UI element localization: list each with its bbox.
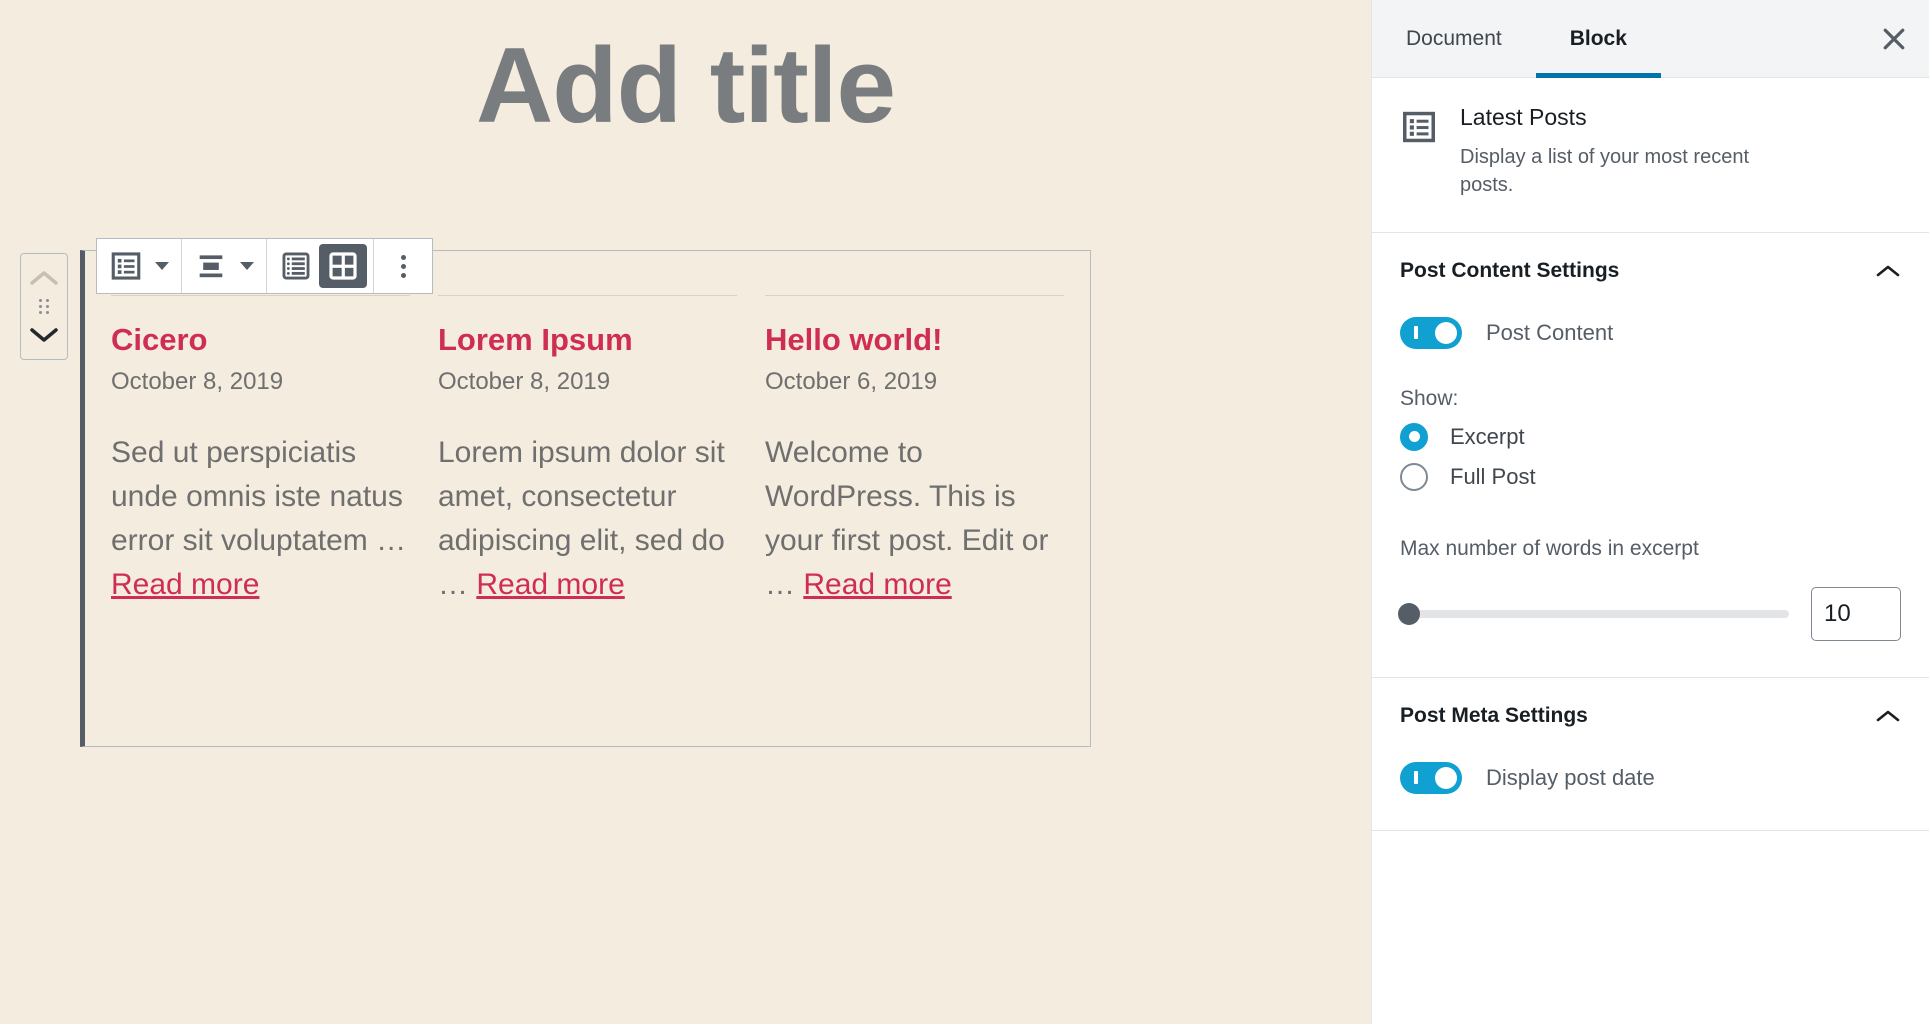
- block-type-chevron-down-icon[interactable]: [149, 239, 175, 293]
- chevron-up-icon: [1875, 708, 1901, 724]
- post-date: October 6, 2019: [765, 366, 1064, 397]
- toggle-knob: [1435, 322, 1457, 344]
- radio-full-post-indicator: [1400, 463, 1428, 491]
- toolbar-group-block-type: [97, 239, 182, 293]
- read-more-link[interactable]: Read more: [111, 568, 259, 601]
- editor-canvas: Add title: [0, 0, 1371, 1024]
- max-words-control-row: [1400, 587, 1901, 641]
- sidebar-tab-bar: Document Block: [1372, 0, 1929, 78]
- post-excerpt: Lorem ipsum dolor sit amet, consectetur …: [438, 431, 737, 607]
- max-words-number-input[interactable]: [1811, 587, 1901, 641]
- panel-post-content-settings: Post Content Settings Post Content Show:: [1372, 233, 1929, 678]
- panel-post-meta-settings: Post Meta Settings Display post date: [1372, 678, 1929, 831]
- display-post-date-toggle-row: Display post date: [1400, 762, 1901, 794]
- close-icon: [1879, 24, 1909, 54]
- latest-posts-icon: [1400, 104, 1438, 200]
- grid-view-button[interactable]: [319, 244, 367, 288]
- more-options-icon[interactable]: [380, 239, 426, 293]
- post-item: Cicero October 8, 2019 Sed ut perspiciat…: [111, 295, 410, 607]
- block-toolbar: [96, 238, 433, 294]
- post-content-toggle-label: Post Content: [1486, 320, 1613, 346]
- radio-option-excerpt[interactable]: Excerpt: [1400, 423, 1901, 451]
- panel-post-content-settings-header[interactable]: Post Content Settings: [1372, 233, 1929, 309]
- toolbar-group-more: [374, 239, 432, 293]
- toggle-knob: [1435, 767, 1457, 789]
- chevron-up-icon: [1875, 263, 1901, 279]
- align-center-icon[interactable]: [188, 239, 234, 293]
- panel-post-content-settings-body: Post Content Show: Excerpt Full Post Max…: [1372, 317, 1929, 677]
- toggle-on-bar-icon: [1414, 771, 1418, 784]
- block-type-icon[interactable]: [103, 239, 149, 293]
- slider-thumb[interactable]: [1398, 603, 1420, 625]
- alignment-chevron-down-icon[interactable]: [234, 239, 260, 293]
- radio-full-post-label: Full Post: [1450, 464, 1536, 490]
- move-down-button[interactable]: [24, 318, 64, 352]
- show-label: Show:: [1400, 387, 1901, 411]
- display-post-date-label: Display post date: [1486, 765, 1655, 791]
- post-divider: [438, 295, 737, 296]
- post-divider: [111, 295, 410, 296]
- post-divider: [765, 295, 1064, 296]
- max-words-label: Max number of words in excerpt: [1400, 537, 1901, 561]
- post-content-toggle-row: Post Content: [1400, 317, 1901, 349]
- tab-block[interactable]: Block: [1536, 0, 1661, 77]
- post-title-link[interactable]: Cicero: [111, 322, 410, 358]
- block-description: Display a list of your most recent posts…: [1460, 143, 1800, 200]
- toggle-on-bar-icon: [1414, 326, 1418, 339]
- panel-title: Post Meta Settings: [1400, 704, 1588, 728]
- list-view-button[interactable]: [273, 239, 319, 293]
- post-excerpt: Sed ut perspiciatis unde omnis iste natu…: [111, 431, 410, 607]
- post-date: October 8, 2019: [111, 366, 410, 397]
- posts-grid: Cicero October 8, 2019 Sed ut perspiciat…: [85, 251, 1090, 607]
- settings-sidebar: Document Block L: [1371, 0, 1929, 1024]
- post-excerpt-text: Sed ut perspiciatis unde omnis iste natu…: [111, 436, 406, 557]
- display-post-date-toggle[interactable]: [1400, 762, 1462, 794]
- post-excerpt: Welcome to WordPress. This is your first…: [765, 431, 1064, 607]
- block-info-text: Latest Posts Display a list of your most…: [1460, 104, 1800, 200]
- radio-excerpt-indicator: [1400, 423, 1428, 451]
- panel-post-meta-settings-header[interactable]: Post Meta Settings: [1372, 678, 1929, 754]
- post-item: Lorem Ipsum October 8, 2019 Lorem ipsum …: [438, 295, 737, 607]
- toolbar-group-layout: [267, 239, 374, 293]
- max-words-slider[interactable]: [1400, 610, 1789, 618]
- tab-document[interactable]: Document: [1372, 0, 1536, 77]
- post-date: October 8, 2019: [438, 366, 737, 397]
- read-more-link[interactable]: Read more: [803, 568, 951, 601]
- wordpress-block-editor: Add title: [0, 0, 1929, 1024]
- read-more-link[interactable]: Read more: [476, 568, 624, 601]
- radio-excerpt-label: Excerpt: [1450, 424, 1525, 450]
- post-title-link[interactable]: Lorem Ipsum: [438, 322, 737, 358]
- close-sidebar-button[interactable]: [1859, 0, 1929, 77]
- post-content-toggle[interactable]: [1400, 317, 1462, 349]
- drag-handle-icon[interactable]: [39, 299, 50, 314]
- block-title: Latest Posts: [1460, 104, 1800, 131]
- latest-posts-block[interactable]: Cicero October 8, 2019 Sed ut perspiciat…: [80, 250, 1091, 747]
- block-mover: [20, 253, 68, 360]
- move-up-button[interactable]: [24, 261, 64, 295]
- post-title-link[interactable]: Hello world!: [765, 322, 1064, 358]
- post-title-input[interactable]: Add title: [0, 0, 1371, 139]
- panel-title: Post Content Settings: [1400, 259, 1619, 283]
- block-info-card: Latest Posts Display a list of your most…: [1372, 78, 1929, 233]
- toolbar-group-alignment: [182, 239, 267, 293]
- post-item: Hello world! October 6, 2019 Welcome to …: [765, 295, 1064, 607]
- radio-option-full-post[interactable]: Full Post: [1400, 463, 1901, 491]
- panel-post-meta-settings-body: Display post date: [1372, 762, 1929, 830]
